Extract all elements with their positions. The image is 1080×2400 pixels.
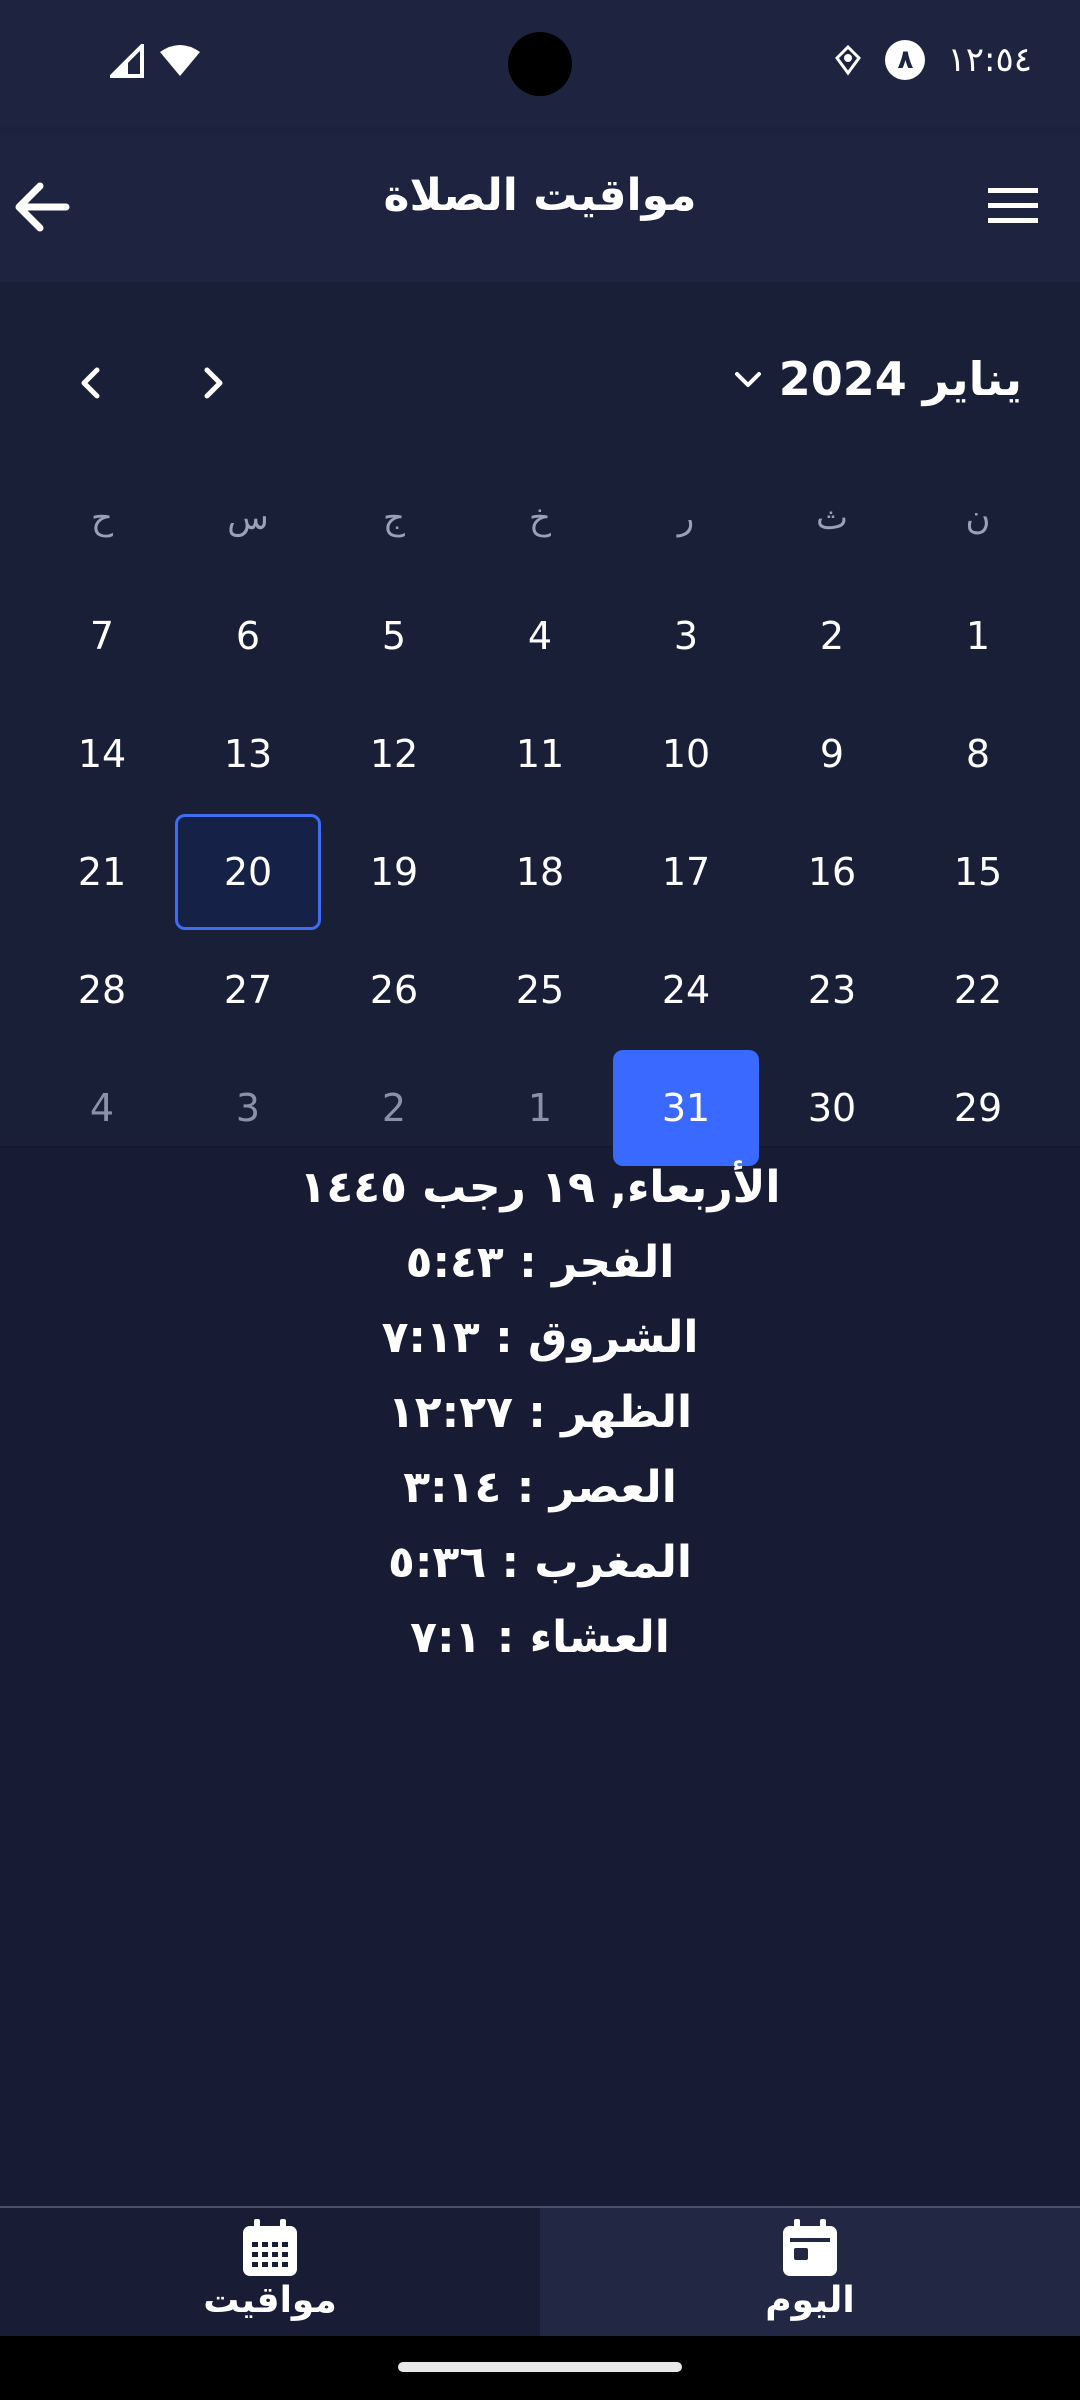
calendar-grid-icon [243, 2219, 297, 2276]
calendar-day[interactable]: 11 [467, 696, 613, 812]
calendar-day[interactable]: 4 [29, 1050, 175, 1166]
calendar-day[interactable]: 3 [613, 578, 759, 694]
calendar-day[interactable]: 16 [759, 814, 905, 930]
weekday-label: س [227, 498, 269, 538]
app-bar: مواقيت الصلاة [0, 132, 1080, 282]
weekday-label: ن [965, 498, 991, 538]
app-root: ٨ ١٢:٥٤ مواقيت الصلاة يناير 2024 ح س ج خ… [0, 0, 1080, 2400]
weekday-label: ح [91, 498, 113, 538]
sunrise-time: الشروق : ٧:١٣ [381, 1312, 699, 1363]
fajr-time: الفجر : ٥:٤٣ [405, 1237, 675, 1288]
calendar-day[interactable]: 30 [759, 1050, 905, 1166]
nav-timings-label: مواقيت [203, 2280, 337, 2321]
calendar-day[interactable]: 26 [321, 932, 467, 1048]
asr-time: العصر : ٣:١٤ [403, 1462, 677, 1513]
weekday-row: حسجخرثن [0, 462, 1080, 580]
calendar-day[interactable]: 1 [467, 1050, 613, 1166]
calendar-day[interactable]: 1 [905, 578, 1051, 694]
month-year-label: يناير 2024 [778, 352, 1022, 406]
calendar-day[interactable]: 9 [759, 696, 905, 812]
calendar-header: يناير 2024 [0, 282, 1080, 462]
nav-today[interactable]: اليوم [540, 2208, 1080, 2336]
calendar-day[interactable]: 21 [29, 814, 175, 930]
calendar-day[interactable]: 23 [759, 932, 905, 1048]
home-indicator[interactable] [398, 2362, 682, 2372]
calendar-day[interactable]: 7 [29, 578, 175, 694]
weekday-label: ث [815, 498, 848, 538]
calendar-day[interactable]: 22 [905, 932, 1051, 1048]
weekday-label: ج [383, 498, 405, 538]
bottom-nav: مواقيت اليوم [0, 2206, 1080, 2336]
calendar-day[interactable]: 18 [467, 814, 613, 930]
calendar-day[interactable]: 15 [905, 814, 1051, 930]
chevron-left-icon[interactable] [66, 358, 116, 408]
month-selector[interactable]: يناير 2024 [733, 352, 1022, 406]
nav-today-label: اليوم [765, 2280, 855, 2321]
calendar-day-icon [783, 2219, 837, 2276]
calendar-day[interactable]: 13 [175, 696, 321, 812]
calendar-day[interactable]: 29 [905, 1050, 1051, 1166]
calendar-day[interactable]: 3 [175, 1050, 321, 1166]
signal-icon [110, 44, 144, 78]
nav-timings[interactable]: مواقيت [0, 2208, 540, 2336]
status-bar: ٨ ١٢:٥٤ [0, 0, 1080, 132]
calendar-day[interactable]: 5 [321, 578, 467, 694]
calendar-day[interactable]: 14 [29, 696, 175, 812]
status-info: ٨ ١٢:٥٤ [833, 40, 1032, 80]
location-icon [835, 44, 862, 76]
calendar-day[interactable]: 19 [321, 814, 467, 930]
calendar-day[interactable]: 6 [175, 578, 321, 694]
page-title: مواقيت الصلاة [383, 170, 697, 221]
wifi-icon [160, 45, 200, 76]
calendar-day[interactable]: 12 [321, 696, 467, 812]
menu-icon[interactable] [986, 184, 1040, 228]
calendar-day[interactable]: 10 [613, 696, 759, 812]
weekday-label: خ [529, 498, 551, 538]
calendar-day[interactable]: 17 [613, 814, 759, 930]
calendar-day[interactable]: 2 [321, 1050, 467, 1166]
calendar-day[interactable]: 28 [29, 932, 175, 1048]
calendar-day[interactable]: 20 [175, 814, 321, 930]
chevron-down-icon [734, 372, 761, 387]
dhuhr-time: الظهر : ١٢:٢٧ [387, 1387, 693, 1438]
notification-badge: ٨ [885, 40, 926, 80]
camera-cutout [508, 32, 572, 96]
prayer-times: الأربعاء, ١٩ رجب ١٤٤٥ الفجر : ٥:٤٣ الشرو… [0, 1150, 1080, 1675]
calendar-day[interactable]: 2 [759, 578, 905, 694]
maghrib-time: المغرب : ٥:٣٦ [388, 1537, 692, 1588]
calendar-day[interactable]: 4 [467, 578, 613, 694]
chevron-right-icon[interactable] [188, 358, 238, 408]
status-icons [110, 44, 202, 78]
calendar: يناير 2024 حسجخرثن 7 6 5 4 3 2 1 14 13 12 11 10 9 8 21… [0, 282, 1080, 1166]
calendar-day[interactable]: 31 [613, 1050, 759, 1166]
weekday-label: ر [677, 498, 695, 538]
calendar-day[interactable]: 27 [175, 932, 321, 1048]
calendar-day[interactable]: 25 [467, 932, 613, 1048]
status-time: ١٢:٥٤ [947, 40, 1032, 80]
hijri-date: الأربعاء, ١٩ رجب ١٤٤٥ [299, 1162, 781, 1213]
calendar-day[interactable]: 8 [905, 696, 1051, 812]
calendar-day[interactable]: 24 [613, 932, 759, 1048]
isha-time: العشاء : ٧:١ [410, 1612, 670, 1663]
gesture-bar [0, 2336, 1080, 2400]
